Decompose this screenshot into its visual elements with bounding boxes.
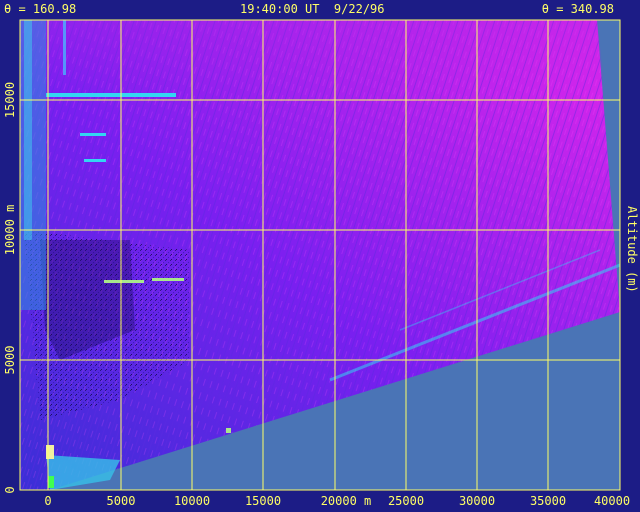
ground-return (46, 445, 54, 459)
x-tick-label: 10000 (174, 494, 210, 508)
echo-streak (63, 20, 66, 75)
x-tick-label: 35000 (530, 494, 566, 508)
ground-return (226, 428, 231, 433)
x-tick-label: 20000 m (321, 494, 372, 508)
vertical-echo-column (20, 20, 46, 310)
echo-layer (80, 133, 106, 136)
y-tick-label: 5000 (3, 346, 17, 375)
altitude-axis-text: Altitude (m) (625, 206, 639, 293)
y-tick-label: 0 (3, 486, 17, 493)
echo-layer (152, 278, 184, 281)
x-tick-label: 30000 (459, 494, 495, 508)
x-tick-label: 40000 (594, 494, 630, 508)
ground-return (48, 476, 54, 488)
scan-top-haze (20, 20, 605, 90)
x-tick-label: 15000 (245, 494, 281, 508)
vertical-echo-core (24, 20, 32, 240)
x-tick-label: 0 (44, 494, 51, 508)
x-tick-label: 5000 (107, 494, 136, 508)
lidar-scan-plot: 0 5000 10000 15000 20000 m 25000 30000 3… (3, 19, 630, 508)
echo-layer (104, 280, 144, 283)
echo-layer (84, 159, 106, 162)
y-tick-label: 10000 m (3, 205, 17, 256)
x-tick-label: 25000 (388, 494, 424, 508)
echo-layer (46, 93, 176, 97)
y-tick-label: 15000 (3, 82, 17, 118)
